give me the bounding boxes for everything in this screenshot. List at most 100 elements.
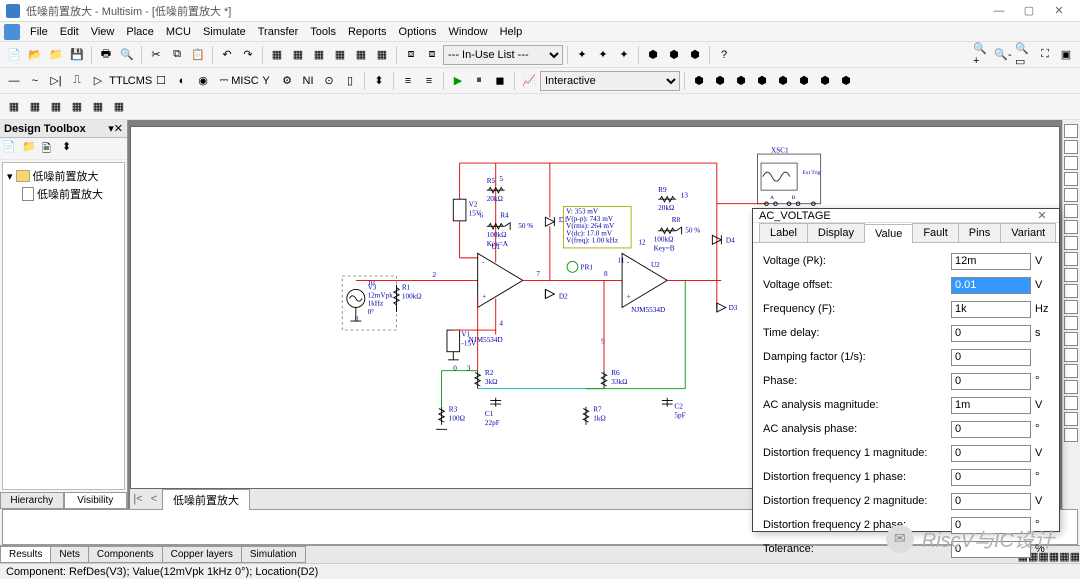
hierarchy-icon[interactable]: ⬍ xyxy=(369,71,389,91)
pause-icon[interactable]: ⏸ xyxy=(469,71,489,91)
view-icon[interactable]: ▦ xyxy=(88,97,108,117)
tool-icon[interactable]: ⬢ xyxy=(643,45,663,65)
print-icon[interactable]: 🖶 xyxy=(96,45,116,65)
tool-icon[interactable]: ⬢ xyxy=(773,71,793,91)
connector-icon[interactable]: ⊙ xyxy=(319,71,339,91)
cmos-part-icon[interactable]: CMS xyxy=(130,71,150,91)
tab-visibility[interactable]: Visibility xyxy=(64,492,128,509)
toggle-6-icon[interactable]: ▦ xyxy=(372,45,392,65)
minimize-button[interactable]: — xyxy=(984,2,1014,20)
zoom-out-icon[interactable]: 🔍- xyxy=(993,45,1013,65)
field-input[interactable] xyxy=(951,301,1031,318)
tool-icon[interactable]: ⬢ xyxy=(794,71,814,91)
view-icon[interactable]: ▦ xyxy=(4,97,24,117)
misc-icon[interactable]: MISC xyxy=(235,71,255,91)
tab-display[interactable]: Display xyxy=(807,223,865,242)
tab-hierarchy[interactable]: Hierarchy xyxy=(0,492,64,509)
field-input[interactable] xyxy=(951,469,1031,486)
instrument-icon[interactable] xyxy=(1064,380,1078,394)
field-input[interactable] xyxy=(951,253,1031,270)
tab-components[interactable]: Components xyxy=(88,546,163,563)
copy-icon[interactable]: ⧉ xyxy=(167,45,187,65)
menu-simulate[interactable]: Simulate xyxy=(197,24,252,40)
zoom-fit-icon[interactable]: ⛶ xyxy=(1035,45,1055,65)
redo-icon[interactable]: ↷ xyxy=(238,45,258,65)
field-input[interactable] xyxy=(951,349,1031,366)
ttl-part-icon[interactable]: TTL xyxy=(109,71,129,91)
menu-view[interactable]: View xyxy=(85,24,121,40)
tool-icon[interactable]: ⬢ xyxy=(752,71,772,91)
instrument-icon[interactable] xyxy=(1064,220,1078,234)
tab-copper-layers[interactable]: Copper layers xyxy=(162,546,242,563)
dt-tool-icon[interactable]: 📁 xyxy=(22,140,40,158)
field-input[interactable] xyxy=(951,373,1031,390)
view-icon[interactable]: ▦ xyxy=(46,97,66,117)
mixed-icon[interactable]: ◐ xyxy=(172,71,192,91)
field-input[interactable] xyxy=(951,445,1031,462)
tab-label[interactable]: Label xyxy=(759,223,808,242)
instrument-icon[interactable] xyxy=(1064,156,1078,170)
tool-icon[interactable]: ⬢ xyxy=(664,45,684,65)
instrument-icon[interactable] xyxy=(1064,396,1078,410)
spreadsheet-tool-icon[interactable]: ▦ xyxy=(1059,550,1069,563)
toggle-5-icon[interactable]: ▦ xyxy=(351,45,371,65)
toggle-2-icon[interactable]: ▦ xyxy=(288,45,308,65)
indicator-icon[interactable]: ◉ xyxy=(193,71,213,91)
toggle-1-icon[interactable]: ▦ xyxy=(267,45,287,65)
instrument-icon[interactable] xyxy=(1064,124,1078,138)
tab-value[interactable]: Value xyxy=(864,224,913,243)
instrument-icon[interactable] xyxy=(1064,284,1078,298)
analysis-icon[interactable]: 📈 xyxy=(519,71,539,91)
print-preview-icon[interactable]: 🔍 xyxy=(117,45,137,65)
dt-tool-icon[interactable]: 📄 xyxy=(2,140,20,158)
ni-icon[interactable]: NI xyxy=(298,71,318,91)
rf-icon[interactable]: Y xyxy=(256,71,276,91)
instrument-icon[interactable] xyxy=(1064,300,1078,314)
tab-fault[interactable]: Fault xyxy=(912,223,958,242)
sheet-nav-first-icon[interactable]: |< xyxy=(130,493,146,505)
panel-close-icon[interactable]: ✕ xyxy=(114,122,123,135)
sheet-tab[interactable]: 低噪前置放大 xyxy=(162,489,250,510)
bus-icon[interactable]: ≡ xyxy=(398,71,418,91)
tool-icon[interactable]: ⬢ xyxy=(836,71,856,91)
instrument-icon[interactable] xyxy=(1064,316,1078,330)
dt-tool-icon[interactable]: 🗎 xyxy=(42,140,60,158)
stop-icon[interactable]: ◼ xyxy=(490,71,510,91)
menu-mcu[interactable]: MCU xyxy=(160,24,197,40)
menu-reports[interactable]: Reports xyxy=(342,24,393,40)
menu-help[interactable]: Help xyxy=(494,24,529,40)
project-tree[interactable]: ▾低噪前置放大 低噪前置放大 xyxy=(2,162,125,490)
tab-pins[interactable]: Pins xyxy=(958,223,1001,242)
tool-icon[interactable]: ⬢ xyxy=(731,71,751,91)
instrument-icon[interactable] xyxy=(1064,348,1078,362)
instrument-icon[interactable] xyxy=(1064,428,1078,442)
field-input[interactable] xyxy=(951,541,1031,558)
tool-icon[interactable]: ✦ xyxy=(593,45,613,65)
instrument-icon[interactable] xyxy=(1064,364,1078,378)
sheet-nav-prev-icon[interactable]: < xyxy=(146,493,162,505)
view-icon[interactable]: ▦ xyxy=(25,97,45,117)
field-input[interactable] xyxy=(951,493,1031,510)
menu-file[interactable]: File xyxy=(24,24,54,40)
close-button[interactable]: ✕ xyxy=(1044,2,1074,20)
maximize-button[interactable]: ▢ xyxy=(1014,2,1044,20)
source-part-icon[interactable]: ~ xyxy=(25,71,45,91)
instrument-icon[interactable] xyxy=(1064,204,1078,218)
open-icon[interactable]: 📂 xyxy=(25,45,45,65)
field-input[interactable] xyxy=(951,421,1031,438)
cut-icon[interactable]: ✂ xyxy=(146,45,166,65)
bus-icon[interactable]: ≡ xyxy=(419,71,439,91)
instrument-icon[interactable] xyxy=(1064,268,1078,282)
analog-part-icon[interactable]: ▷ xyxy=(88,71,108,91)
tab-simulation[interactable]: Simulation xyxy=(241,546,306,563)
menu-edit[interactable]: Edit xyxy=(54,24,85,40)
instrument-icon[interactable] xyxy=(1064,236,1078,250)
fullscreen-icon[interactable]: ▣ xyxy=(1056,45,1076,65)
mdi-system-icon[interactable] xyxy=(4,24,20,40)
toggle-4-icon[interactable]: ▦ xyxy=(330,45,350,65)
zoom-area-icon[interactable]: 🔍▭ xyxy=(1014,45,1034,65)
field-input[interactable] xyxy=(951,277,1031,294)
zoom-in-icon[interactable]: 🔍+ xyxy=(972,45,992,65)
new-icon[interactable]: 📄 xyxy=(4,45,24,65)
spreadsheet-tool-icon[interactable]: ▦ xyxy=(1070,550,1080,563)
